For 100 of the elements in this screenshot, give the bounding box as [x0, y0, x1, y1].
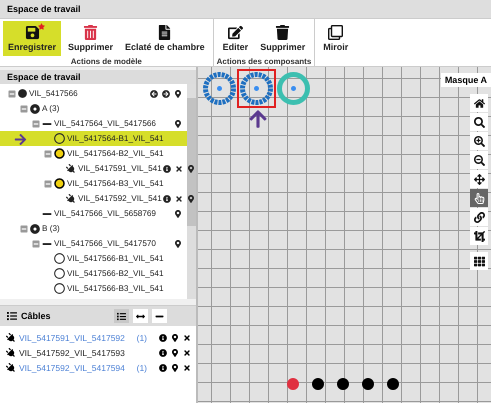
cable-link[interactable]: VIL_5417591_VIL_5417592 — [19, 332, 125, 342]
location-pin-icon[interactable] — [171, 348, 179, 356]
search-tool[interactable] — [470, 113, 488, 131]
tree-label: VIL_5417566_VIL_5658769 — [54, 209, 156, 218]
collapse-icon[interactable] — [20, 224, 28, 232]
list-icon — [7, 311, 17, 321]
location-pin-icon[interactable] — [174, 210, 182, 218]
collapse-icon[interactable] — [32, 240, 40, 248]
back-icon[interactable] — [150, 90, 158, 98]
tree-row[interactable]: VIL_5417564_VIL_5417566 — [0, 116, 187, 131]
panel-title: Câbles — [21, 311, 51, 321]
close-icon[interactable] — [183, 364, 191, 372]
location-pin-icon[interactable] — [174, 240, 182, 248]
mirror-button[interactable]: Miroir — [318, 21, 354, 56]
link-icon — [474, 212, 484, 222]
edit-icon — [228, 25, 243, 40]
dot[interactable] — [337, 378, 349, 390]
tree-row[interactable]: VIL_5417564-B2_VIL_541 — [0, 146, 187, 161]
move-tool[interactable] — [470, 170, 488, 188]
location-pin-icon[interactable] — [171, 364, 179, 372]
location-pin-icon[interactable] — [186, 194, 195, 202]
save-button[interactable]: Enregistrer — [3, 21, 62, 56]
dot[interactable] — [387, 378, 399, 390]
dot[interactable] — [362, 378, 374, 390]
pointer-hand-tool[interactable] — [470, 189, 488, 207]
tree-label: VIL_5417566-B1_VIL_541 — [67, 254, 164, 263]
tree-row[interactable]: VIL_5417564-B3_VIL_541 — [0, 176, 187, 191]
tree-label: VIL_5417564-B1_VIL_541 — [67, 134, 164, 143]
collapse-icon[interactable] — [8, 90, 16, 98]
filled-circle-icon — [18, 89, 27, 98]
zoom-in-tool[interactable] — [470, 132, 488, 150]
close-icon[interactable] — [174, 194, 183, 202]
tree-row[interactable]: VIL_5417566_VIL_5658769 — [0, 206, 187, 221]
document-button[interactable]: Eclaté de chambre — [120, 21, 210, 56]
crop-icon — [474, 230, 484, 242]
tree-label: VIL_5417566-B2_VIL_541 — [67, 269, 164, 278]
collapse-icon[interactable] — [20, 104, 28, 112]
trash-icon — [275, 25, 290, 40]
zoom-out-icon — [474, 154, 484, 166]
tree-label: VIL_5417566 — [29, 89, 78, 98]
tree-label: VIL_5417566_VIL_5417570 — [54, 239, 156, 248]
tree-label: B (3) — [42, 224, 60, 233]
close-icon[interactable] — [183, 334, 191, 342]
tree-row[interactable]: B (3) — [0, 221, 187, 236]
count-label: (1) — [136, 332, 147, 342]
location-pin-icon[interactable] — [174, 90, 182, 98]
pointer-hand-icon — [474, 192, 484, 204]
search-icon — [474, 116, 484, 128]
tree-row[interactable]: A (3) — [0, 101, 187, 116]
collapse-icon[interactable] — [44, 180, 52, 188]
edit-button[interactable]: Editer — [218, 21, 254, 56]
view-toggle-button[interactable] — [114, 309, 129, 323]
grid-canvas[interactable]: Masque A — [198, 67, 491, 403]
collapse-icon[interactable] — [44, 150, 52, 158]
arrow-icon — [248, 109, 268, 129]
document-icon — [157, 25, 172, 40]
crop-tool[interactable] — [470, 227, 488, 245]
link-tool[interactable] — [470, 208, 488, 226]
view-toggle-button[interactable] — [152, 309, 167, 323]
delete-button[interactable]: Supprimer — [255, 21, 310, 56]
collapse-icon[interactable] — [32, 120, 40, 128]
list-icon — [117, 312, 126, 320]
tree-row[interactable]: VIL_5417566 — [0, 86, 187, 101]
delete-button[interactable]: Supprimer — [63, 21, 118, 56]
home-tool[interactable] — [470, 94, 488, 112]
info-icon[interactable] — [162, 164, 171, 172]
tree-row[interactable]: VIL_5417566-B1_VIL_541 — [0, 251, 187, 266]
tree-row[interactable]: VIL_5417566-B3_VIL_541 — [0, 281, 187, 296]
tree-label: A (3) — [42, 104, 60, 113]
view-toggle-button[interactable] — [133, 309, 148, 323]
location-pin-icon[interactable] — [174, 120, 182, 128]
scrollbar[interactable] — [187, 84, 196, 299]
copy-icon — [328, 25, 344, 40]
mask-label: Masque A — [440, 73, 491, 87]
tree-row[interactable]: VIL_5417592_VIL_541 — [0, 191, 187, 206]
info-icon[interactable] — [159, 348, 167, 356]
window-title: Espace de travail — [0, 0, 491, 19]
tree-row[interactable]: VIL_5417591_VIL_541 — [0, 161, 187, 176]
dot[interactable] — [312, 378, 324, 390]
close-icon[interactable] — [174, 164, 183, 172]
info-icon[interactable] — [162, 194, 171, 202]
tree-row[interactable]: VIL_5417566_VIL_5417570 — [0, 236, 187, 251]
cable-link[interactable]: VIL_5417592_VIL_5417594 — [19, 362, 125, 372]
save-icon — [24, 25, 40, 40]
tree-row[interactable]: VIL_5417564-B1_VIL_541 — [0, 131, 187, 146]
dot[interactable] — [287, 378, 299, 390]
tree-row[interactable]: VIL_5417566-B2_VIL_541 — [0, 266, 187, 281]
info-icon[interactable] — [159, 334, 167, 342]
grid-tool[interactable] — [470, 252, 488, 270]
tree-label: VIL_5417564-B3_VIL_541 — [67, 179, 164, 188]
arrow-icon — [14, 133, 27, 146]
count-label: (1) — [136, 362, 147, 372]
ring-shape[interactable] — [202, 71, 237, 106]
circle-icon — [54, 148, 65, 159]
location-pin-icon[interactable] — [171, 334, 179, 342]
location-pin-icon[interactable] — [186, 164, 195, 172]
info-icon[interactable] — [159, 364, 167, 372]
forward-icon[interactable] — [162, 90, 170, 98]
zoom-out-tool[interactable] — [470, 151, 488, 169]
close-icon[interactable] — [183, 348, 191, 356]
